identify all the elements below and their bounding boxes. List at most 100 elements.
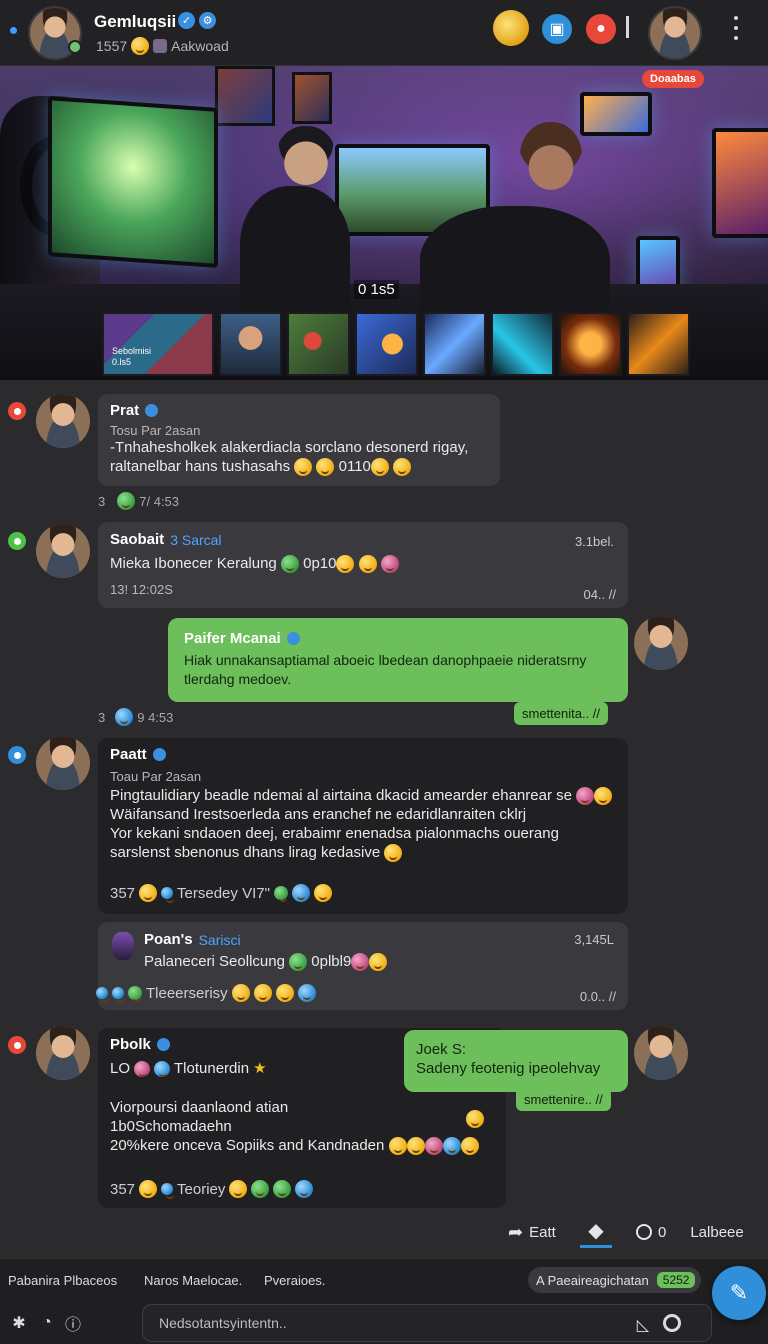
- author-name[interactable]: Poan's Sarisci: [144, 931, 616, 948]
- subtitle-status: Aakwoad: [171, 38, 229, 54]
- tab-item[interactable]: Pabanira Plbaceos: [8, 1273, 117, 1288]
- verified-icon: ✓: [178, 12, 195, 29]
- gear-icon[interactable]: ⚙: [199, 12, 216, 29]
- own-message-bubble[interactable]: Paifer Mcanai Hiak unnakansaptiamal aboe…: [168, 618, 628, 702]
- message-text-line: 1b0Schomadaehn: [110, 1118, 232, 1135]
- character-avatar-icon: [112, 932, 134, 960]
- channel-title[interactable]: Gemluqsii: [94, 12, 176, 32]
- gamer-head: [520, 122, 582, 192]
- own-message-bubble[interactable]: Joek S: Sadeny feotenig ipeolehvay: [404, 1030, 628, 1092]
- divider: [626, 16, 629, 38]
- status-icon: [8, 402, 26, 420]
- message-text-line: Wäifansand Irestsoerleda ans eranchef ne…: [110, 806, 527, 824]
- group-icon: [153, 39, 168, 53]
- avatar[interactable]: [36, 736, 90, 790]
- message-text: Palaneceri Seollcung 0plbl9: [144, 952, 616, 972]
- message-meta: 13! 12:02S: [110, 582, 173, 598]
- attach-icon[interactable]: ◺: [637, 1315, 649, 1335]
- author-name[interactable]: Paifer Mcanai: [184, 630, 612, 647]
- message-subline: Tosu Par 2asan: [110, 423, 201, 438]
- compose-fab[interactable]: ✎: [712, 1266, 766, 1320]
- hero-caption: 0 1s5: [354, 280, 399, 299]
- puzzle-icon[interactable]: ✱: [10, 1314, 28, 1332]
- status-pill[interactable]: A Paeaireagichatan 5252: [528, 1267, 702, 1293]
- message-text-line: Viorpoursi daanlaond atian: [110, 1099, 289, 1116]
- author-name: Joek S:: [416, 1041, 467, 1058]
- message-bubble[interactable]: Paatt Toau Par 2asan Pingtaulidiary bead…: [98, 738, 628, 914]
- thumbnail-strip: Sebolmisi 0.ls5: [102, 312, 690, 378]
- tab-item[interactable]: Naros Maelocae.: [144, 1273, 242, 1288]
- message-text-line: Pingtaulidiary beadle ndemai al airtaina…: [110, 786, 616, 806]
- read-receipt: 04.. //: [583, 587, 616, 602]
- author-name[interactable]: Prat: [110, 402, 488, 419]
- avatar[interactable]: [634, 616, 688, 670]
- pen-icon: ✎: [729, 1280, 749, 1305]
- thumbnail[interactable]: [491, 312, 554, 376]
- status-icon: [8, 1036, 26, 1054]
- message-meta: 357 Tersedey VI7": [110, 884, 332, 903]
- bubble-action-icon[interactable]: ◆: [580, 1218, 612, 1248]
- message-bubble[interactable]: Prat Tosu Par 2asan -Tnhahesholkek alake…: [98, 394, 500, 486]
- poster: [215, 66, 275, 126]
- avatar[interactable]: [36, 394, 90, 448]
- video-call-icon[interactable]: ▣: [542, 14, 572, 44]
- sticker-icon[interactable]: [493, 10, 529, 46]
- verified-icon: [152, 748, 166, 761]
- thumbnail[interactable]: [287, 312, 350, 376]
- message-time: 3,145L: [574, 932, 614, 947]
- member-count: 1557: [96, 38, 128, 54]
- thumbnail[interactable]: [559, 312, 622, 376]
- verified-icon: [286, 632, 300, 645]
- message-input[interactable]: Nedsotantsyintentn.. ◺: [142, 1304, 712, 1342]
- reaction-icon: [117, 492, 136, 510]
- status-icon: [8, 532, 26, 550]
- emoji-icon: [131, 37, 150, 55]
- monitor-screen: [712, 128, 768, 238]
- status-icon: [8, 746, 26, 764]
- avatar[interactable]: [36, 1026, 90, 1080]
- reply-action[interactable]: ➦ Eatt: [508, 1216, 556, 1248]
- thumbnail[interactable]: [627, 312, 690, 376]
- message-text: Mieka Ibonecer Keralung 0p10: [110, 554, 616, 574]
- avatar[interactable]: [36, 524, 90, 578]
- gamer-figure: [240, 186, 350, 316]
- chat-header: Gemluqsii ✓ ⚙ 1557 Aakwoad ▣ ●: [0, 0, 768, 66]
- counter-action[interactable]: 0 Lalbeee: [636, 1216, 744, 1248]
- message-meta: Tleeerserisy: [96, 984, 316, 1003]
- avatar[interactable]: [634, 1026, 688, 1080]
- live-badge: Doaabas: [642, 70, 704, 88]
- message-text-line: sarslenst sbenonus dhans lirag kedasive: [110, 843, 616, 863]
- tab-item[interactable]: Pveraioes.: [264, 1273, 325, 1288]
- delivery-status: smettenita.. //: [514, 702, 609, 725]
- hero-image[interactable]: Doaabas 0 1s5 Sebolmisi 0.ls5: [0, 66, 768, 380]
- emoji-icon: [466, 1110, 484, 1128]
- verified-badge-icon: [68, 40, 82, 54]
- author-name[interactable]: Saobait 3 Sarcal: [110, 531, 616, 548]
- composer-bar: Nedsotantsyintentn.. ◺: [0, 1302, 768, 1344]
- gamer-figure: [420, 206, 610, 326]
- record-icon[interactable]: [663, 1314, 681, 1332]
- author-name[interactable]: Paatt: [110, 746, 616, 763]
- info-icon[interactable]: ⓘ: [64, 1314, 82, 1334]
- message-meta: 3 7/ 4:53: [98, 492, 179, 510]
- verified-icon: [156, 1038, 170, 1051]
- thumbnail[interactable]: [355, 312, 418, 376]
- message-text: Sadeny feotenig ipeolehvay: [416, 1060, 601, 1077]
- message-text: -Tnhahesholkek alakerdiacla sorclano des…: [110, 439, 469, 456]
- message-text-line: tlerdahg medoev.: [184, 671, 292, 687]
- delivery-status: smettenire.. //: [516, 1088, 611, 1111]
- message-list[interactable]: Prat Tosu Par 2asan -Tnhahesholkek alake…: [0, 380, 768, 1254]
- thumbnail[interactable]: [219, 312, 282, 376]
- poster: [292, 72, 332, 124]
- more-options-icon[interactable]: [732, 16, 740, 40]
- channel-subtitle: 1557 Aakwoad: [96, 37, 229, 55]
- message-text: Hiak unnakansaptiamal aboeic lbedean dan…: [184, 652, 587, 668]
- thumbnail[interactable]: [423, 312, 486, 376]
- message-bubble[interactable]: Saobait 3 Sarcal 3.1bel. Mieka Ibonecer K…: [98, 522, 628, 608]
- notification-icon[interactable]: ●: [586, 14, 616, 44]
- clock-icon[interactable]: ◔: [38, 1314, 56, 1332]
- thumbnail[interactable]: Sebolmisi 0.ls5: [102, 312, 214, 376]
- message-text-line: 20%kere onceva Sopiiks and Kandnaden: [110, 1136, 494, 1156]
- user-avatar[interactable]: [648, 6, 702, 60]
- title-icons: ✓ ⚙: [178, 12, 216, 29]
